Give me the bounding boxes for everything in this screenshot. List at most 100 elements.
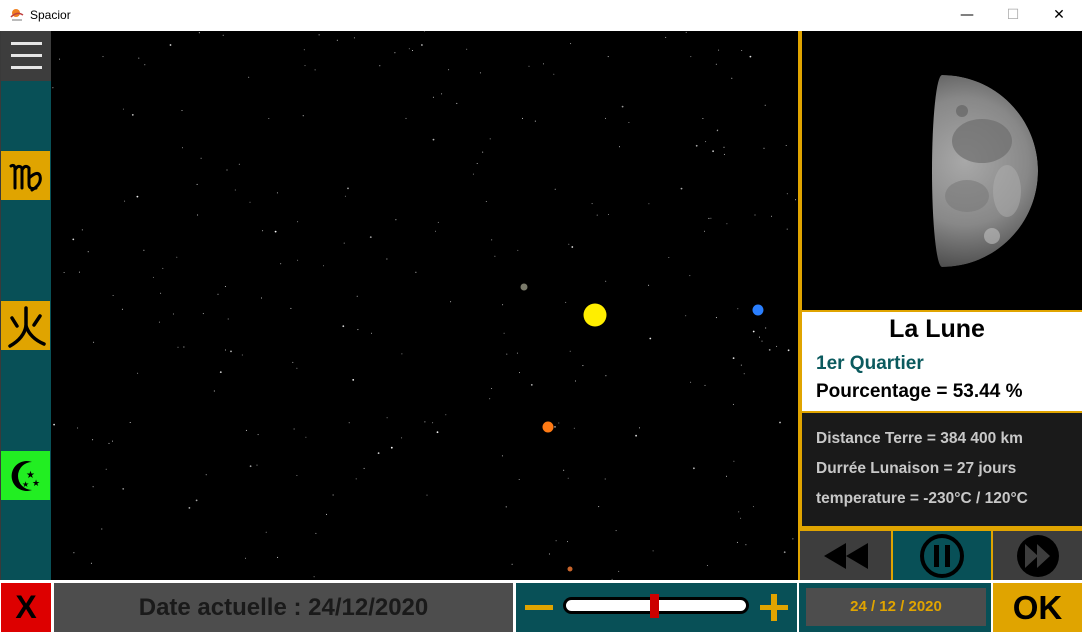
star [121,308,123,310]
star [277,556,279,558]
distance-text: Distance Terre = 384 400 km [816,430,1023,447]
star [131,114,134,116]
star [323,265,324,267]
star [543,63,544,65]
star [412,50,413,51]
star [297,221,299,223]
virgo-button[interactable] [1,151,50,200]
star [363,467,365,469]
star [718,49,720,51]
maximize-button[interactable]: ☐ [990,0,1036,31]
star [740,364,742,366]
star [704,230,705,232]
star [437,221,439,223]
hamburger-menu-button[interactable] [1,31,51,81]
star [101,528,103,530]
fire-element-button[interactable] [1,301,50,350]
star [635,434,637,437]
lunation-text: Durrée Lunaison = 27 jours [816,460,1017,477]
star [415,271,417,273]
star [708,217,710,219]
star [548,553,550,555]
star [530,384,533,386]
star [689,275,691,277]
star [93,341,95,343]
star [280,263,282,265]
star [112,440,113,442]
star [377,452,380,454]
star [318,34,320,36]
star [172,313,174,315]
star [241,354,243,356]
planet-gray[interactable] [520,283,528,291]
minimize-button[interactable]: — [944,0,990,31]
speed-slider-thumb[interactable] [650,594,659,618]
star [522,117,523,119]
moon-phase-image [932,75,1038,267]
star [245,557,246,559]
star [723,146,725,148]
moon-view-button[interactable]: ★ ★ ★ [1,451,50,500]
star [122,488,125,490]
sun[interactable] [583,303,607,327]
star [745,544,747,546]
star [690,56,692,58]
star [648,203,650,205]
star [491,388,493,389]
planet-orange[interactable] [542,421,554,433]
star [558,422,560,424]
star [356,295,358,297]
fast-forward-button[interactable] [993,531,1082,580]
star [489,138,491,140]
star [77,427,79,429]
star [426,494,428,496]
date-input-field[interactable]: 24 / 12 / 2020 [806,588,986,626]
playback-controls [800,531,1082,580]
star [129,422,131,423]
star [436,431,439,434]
svg-text:★: ★ [22,480,29,489]
ok-button[interactable]: OK [993,583,1082,632]
speed-increase-button-vertical[interactable] [771,594,777,621]
hamburger-line [11,66,42,69]
star [369,236,372,239]
star [503,332,505,334]
pause-button[interactable] [893,531,991,580]
star [752,330,755,333]
star [680,187,683,190]
speed-decrease-button[interactable] [525,605,553,610]
star [598,506,600,508]
star [257,434,259,436]
planet-blue[interactable] [752,304,764,316]
rewind-button[interactable] [800,531,891,580]
star [450,301,452,303]
star [181,110,183,111]
star [293,428,295,430]
exit-button[interactable]: X [1,583,51,632]
star [353,37,355,39]
star [604,478,606,480]
star [695,144,698,147]
star [567,541,568,543]
star [605,280,607,282]
star [379,65,381,67]
star [435,230,436,232]
star [615,530,617,532]
star [764,104,766,106]
star [502,304,504,306]
star [405,117,407,119]
star [567,477,569,479]
star [648,284,650,286]
star [472,173,474,175]
close-window-button[interactable]: ✕ [1036,0,1082,31]
star [479,72,481,74]
star [693,467,695,470]
star [704,384,706,386]
star [92,486,94,488]
star [394,52,396,54]
planet-small-brown[interactable] [567,566,573,572]
star [87,251,89,253]
space-view[interactable] [51,31,798,580]
star [456,102,458,104]
star [731,77,733,79]
